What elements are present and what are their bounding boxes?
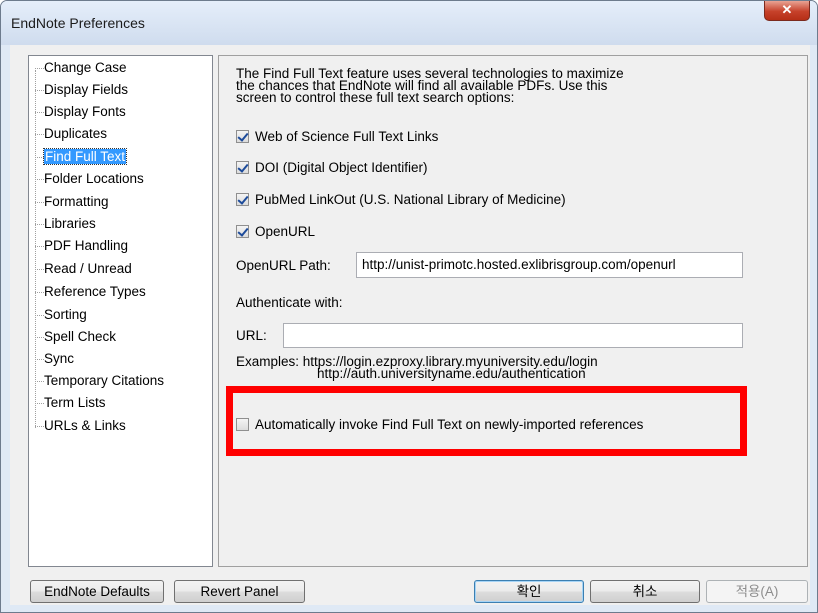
openurl-option[interactable]: OpenURL xyxy=(236,222,315,240)
tree-item-label: Folder Locations xyxy=(44,171,144,186)
web-of-science-checkbox[interactable] xyxy=(236,129,249,143)
doi-option[interactable]: DOI (Digital Object Identifier) xyxy=(236,158,428,176)
find-full-text-panel: The Find Full Text feature uses several … xyxy=(218,55,808,567)
tree-item-reference-types[interactable]: Reference Types xyxy=(35,282,146,302)
web-of-science-label: Web of Science Full Text Links xyxy=(255,128,439,144)
tree-item-temporary-citations[interactable]: Temporary Citations xyxy=(35,371,165,391)
tree-item-sorting[interactable]: Sorting xyxy=(35,305,87,325)
tree-item-label: Sync xyxy=(44,351,75,366)
panel-description: The Find Full Text feature uses several … xyxy=(236,67,736,105)
tree-item-libraries[interactable]: Libraries xyxy=(35,214,96,234)
doi-checkbox[interactable] xyxy=(236,160,249,174)
openurl-path-label: OpenURL Path: xyxy=(236,258,331,273)
tree-item-formatting[interactable]: Formatting xyxy=(35,192,109,212)
openurl-path-input[interactable]: http://unist-primotc.hosted.exlibrisgrou… xyxy=(356,252,743,278)
window-title: EndNote Preferences xyxy=(11,15,145,31)
tree-item-read-unread[interactable]: Read / Unread xyxy=(35,259,132,279)
examples-label: Examples: xyxy=(236,354,300,369)
url-label: URL: xyxy=(236,328,267,343)
tree-item-display-fields[interactable]: Display Fields xyxy=(35,80,129,100)
doi-label: DOI (Digital Object Identifier) xyxy=(255,159,428,175)
tree-connector-line xyxy=(35,70,36,428)
preferences-tree[interactable]: Change Case Display Fields Display Fonts… xyxy=(28,55,213,567)
tree-item-find-full-text[interactable]: Find Full Text xyxy=(35,147,128,167)
tree-item-label: Read / Unread xyxy=(44,261,132,276)
apply-button[interactable]: 적용(A) xyxy=(706,580,808,603)
tree-item-label: Libraries xyxy=(44,216,96,231)
pubmed-linkout-label: PubMed LinkOut (U.S. National Library of… xyxy=(255,191,566,207)
tree-item-label: Find Full Text xyxy=(42,148,128,165)
tree-item-term-lists[interactable]: Term Lists xyxy=(35,393,106,413)
tree-item-label: Spell Check xyxy=(44,329,117,344)
tree-item-sync[interactable]: Sync xyxy=(35,349,75,369)
url-input[interactable] xyxy=(283,323,743,348)
tree-item-label: Temporary Citations xyxy=(44,373,165,388)
tree-item-label: Reference Types xyxy=(44,284,146,299)
highlight-box xyxy=(226,386,747,456)
tree-item-label: Duplicates xyxy=(44,126,108,141)
tree-item-pdf-handling[interactable]: PDF Handling xyxy=(35,236,129,256)
tree-item-folder-locations[interactable]: Folder Locations xyxy=(35,169,144,189)
tree-item-urls-links[interactable]: URLs & Links xyxy=(35,416,126,436)
tree-item-label: URLs & Links xyxy=(44,418,126,433)
openurl-label: OpenURL xyxy=(255,223,316,239)
tree-item-display-fonts[interactable]: Display Fonts xyxy=(35,102,126,122)
example-url: http://auth.universityname.edu/authentic… xyxy=(317,366,586,381)
tree-item-label: Display Fonts xyxy=(44,104,126,119)
description-line: screen to control these full text search… xyxy=(236,90,515,105)
openurl-checkbox[interactable] xyxy=(236,224,249,238)
ok-button[interactable]: 확인 xyxy=(474,580,584,603)
tree-item-label: PDF Handling xyxy=(44,238,129,253)
tree-item-change-case[interactable]: Change Case xyxy=(35,58,127,78)
web-of-science-option[interactable]: Web of Science Full Text Links xyxy=(236,127,438,145)
tree-item-spell-check[interactable]: Spell Check xyxy=(35,327,117,347)
dialog-body: Change Case Display Fields Display Fonts… xyxy=(10,45,810,605)
tree-item-label: Term Lists xyxy=(44,395,106,410)
close-icon: ✕ xyxy=(781,2,793,17)
tree-item-label: Formatting xyxy=(44,194,109,209)
title-bar: EndNote Preferences ✕ xyxy=(1,1,817,45)
preferences-window: EndNote Preferences ✕ Change Case Displa… xyxy=(0,0,818,613)
close-button[interactable]: ✕ xyxy=(764,1,810,21)
tree-item-duplicates[interactable]: Duplicates xyxy=(35,124,108,144)
tree-item-label: Sorting xyxy=(44,307,87,322)
revert-panel-button[interactable]: Revert Panel xyxy=(174,580,305,603)
endnote-defaults-button[interactable]: EndNote Defaults xyxy=(30,580,164,603)
authenticate-with-label: Authenticate with: xyxy=(236,295,343,310)
pubmed-linkout-option[interactable]: PubMed LinkOut (U.S. National Library of… xyxy=(236,190,566,208)
tree-item-label: Display Fields xyxy=(44,82,129,97)
tree-item-label: Change Case xyxy=(44,60,127,75)
examples-text: Examples: https://login.ezproxy.library.… xyxy=(236,354,598,381)
cancel-button[interactable]: 취소 xyxy=(590,580,700,603)
pubmed-linkout-checkbox[interactable] xyxy=(236,192,249,206)
